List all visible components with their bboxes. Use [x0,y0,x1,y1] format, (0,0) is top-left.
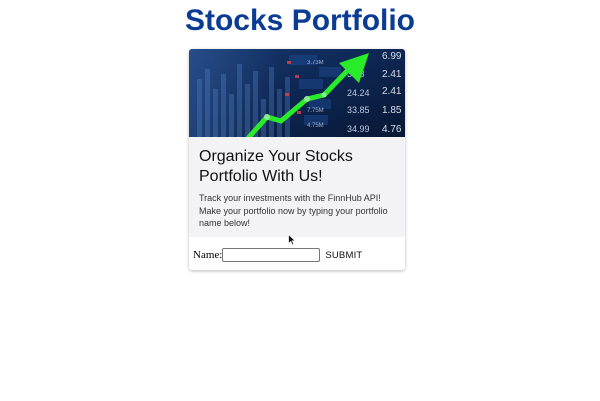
hero-image: 3.73M 7.75M 4.75M 6.99 2.41 2.41 1.85 4.… [189,49,405,137]
page: Stocks Portfolio 3.73M 7.75M 4.75M 6.99 … [0,0,600,401]
page-title: Stocks Portfolio [184,4,416,37]
name-label: Name: [193,249,223,261]
submit-button[interactable]: SUBMIT [325,250,362,261]
card-heading: Organize Your Stocks Portfolio With Us! [199,148,353,185]
mouse-cursor-icon [288,234,297,246]
portfolio-card: 3.73M 7.75M 4.75M 6.99 2.41 2.41 1.85 4.… [189,49,405,270]
card-description: Track your investments with the FinnHub … [199,193,388,228]
portfolio-name-input[interactable] [222,248,321,262]
portfolio-form: Name: SUBMIT [189,244,405,266]
card-body: Organize Your Stocks Portfolio With Us! … [189,137,405,237]
